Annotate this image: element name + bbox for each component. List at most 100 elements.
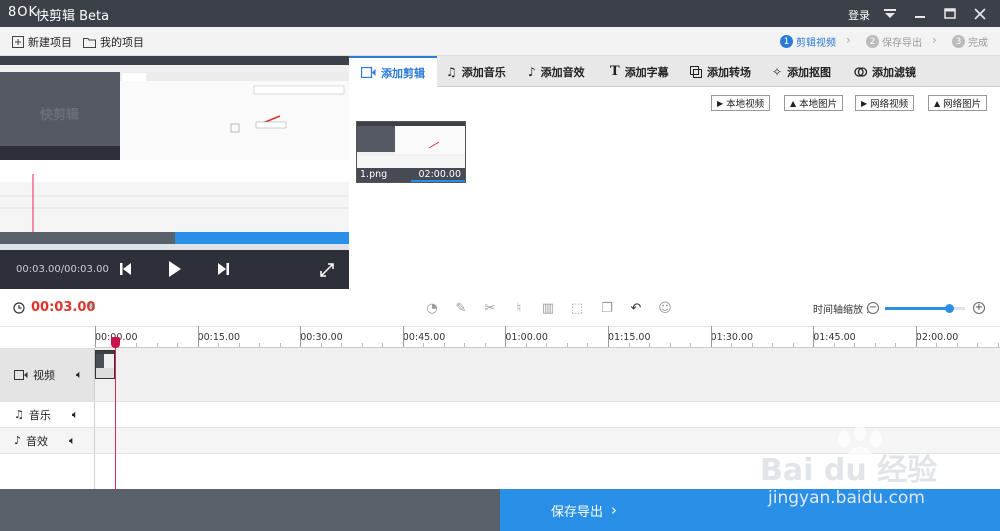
speed-icon[interactable]: ◔: [424, 300, 440, 316]
preview-controls: 00:03.00/00:03.00: [0, 250, 349, 289]
preview-time: 00:03.00/00:03.00: [16, 264, 109, 275]
previous-frame-icon[interactable]: [120, 262, 132, 279]
ruler-tick-label: 00:15.00: [197, 332, 241, 343]
sticker-icon[interactable]: ☺: [657, 300, 673, 316]
ruler-tick: [587, 343, 589, 347]
step-number: 1: [780, 35, 793, 48]
ruler-tick: [525, 343, 527, 347]
preview-frame-image: 快剪辑: [0, 56, 349, 250]
media-clip[interactable]: 1.png 02:00.00: [356, 121, 466, 183]
clock-icon: [13, 302, 25, 314]
fullscreen-icon[interactable]: [320, 263, 334, 280]
web-image-button[interactable]: ▲ 网络图片: [928, 95, 988, 111]
tab-add-cutout[interactable]: ✧ 添加抠图: [772, 56, 831, 87]
folder-icon: [83, 37, 96, 48]
zoom-label: 时间轴缩放 :: [813, 305, 870, 316]
sound-effect-track-label: ♪ 音效 🔈︎: [0, 428, 95, 453]
tab-label: 添加剪辑: [381, 66, 425, 80]
tab-add-filter[interactable]: 添加滤镜: [854, 56, 916, 87]
bell-icon[interactable]: ♮: [511, 300, 527, 316]
local-video-button[interactable]: ▶ 本地视频: [711, 95, 771, 111]
zoom-slider-fill: [885, 307, 949, 310]
save-export-button[interactable]: 保存导出 ›: [500, 489, 1000, 531]
timeline-clip-thumbnail: [96, 351, 114, 378]
image-icon: ▲: [790, 98, 797, 108]
ruler-tick-label: 01:30.00: [710, 332, 754, 343]
local-image-button[interactable]: ▲ 本地图片: [784, 95, 844, 111]
tab-add-sound-effect[interactable]: ♪ 添加音效: [528, 56, 585, 87]
cutout-icon: ✧: [772, 64, 783, 79]
ruler-tick: [546, 343, 548, 347]
playhead-handle[interactable]: [111, 337, 120, 348]
next-frame-icon[interactable]: [217, 262, 229, 279]
transition-icon: [690, 65, 702, 78]
undo-icon[interactable]: ↶: [628, 300, 644, 316]
tab-add-transition[interactable]: 添加转场: [690, 56, 751, 87]
my-projects-button[interactable]: 我的项目: [83, 34, 144, 50]
maximize-icon[interactable]: [935, 0, 965, 27]
app-title: 快剪辑 Beta: [36, 9, 110, 24]
step-label: 完成: [968, 38, 988, 49]
timeline-clip[interactable]: [95, 350, 115, 379]
clip-progress: [411, 180, 465, 182]
menu-dropdown-icon[interactable]: [875, 0, 905, 27]
step-number: 3: [952, 35, 965, 48]
speaker-icon[interactable]: 🔈︎: [69, 434, 76, 448]
play-box-icon: ▶: [717, 98, 724, 108]
trash-icon[interactable]: ▥: [540, 300, 556, 316]
text-icon: T: [610, 64, 620, 79]
ruler-tick-label: 00:30.00: [300, 332, 343, 343]
ruler-tick: [464, 343, 466, 347]
step-label: 保存导出: [882, 38, 922, 49]
new-project-button[interactable]: 新建项目: [12, 34, 72, 50]
tab-add-clip[interactable]: 添加剪辑: [349, 56, 437, 87]
tab-add-subtitle[interactable]: T 添加字幕: [610, 56, 669, 87]
step-label: 剪辑视频: [796, 38, 836, 49]
tab-add-music[interactable]: ♫ 添加音乐: [446, 56, 506, 87]
svg-text:快剪辑: 快剪辑: [40, 107, 79, 123]
ruler-tick: [402, 326, 404, 347]
login-link[interactable]: 登录: [848, 7, 870, 23]
ruler-tick: [423, 343, 425, 347]
ruler-tick: [895, 343, 897, 347]
ruler-tick: [136, 343, 138, 347]
play-icon[interactable]: [168, 260, 182, 281]
ruler-tick: [628, 343, 630, 347]
crop-icon[interactable]: ⬚: [569, 300, 585, 316]
copy-icon[interactable]: ❐: [599, 300, 615, 316]
ruler-tick: [505, 326, 507, 347]
close-icon[interactable]: [965, 0, 995, 27]
timeline-ruler[interactable]: 00:00.0000:15.0000:30.0000:45.0001:00.00…: [95, 326, 1000, 348]
speaker-icon[interactable]: 🔈︎: [72, 408, 79, 422]
ruler-tick: [792, 343, 794, 347]
ruler-tick: [566, 343, 568, 347]
ruler-tick-label: 00:45.00: [402, 332, 446, 343]
ruler-tick: [731, 343, 733, 347]
empty-track-area: [0, 454, 95, 489]
ruler-tick: [772, 343, 774, 347]
ruler-tick: [649, 343, 651, 347]
ruler-tick: [300, 326, 302, 347]
pencil-icon[interactable]: ✎: [453, 300, 469, 316]
zoom-slider[interactable]: [885, 304, 965, 313]
ruler-tick: [197, 326, 199, 347]
ruler-tick: [95, 326, 96, 347]
scissors-icon[interactable]: ✂: [482, 300, 498, 316]
playhead[interactable]: [115, 337, 116, 489]
ruler-tick: [977, 343, 979, 347]
minimize-icon[interactable]: [905, 0, 935, 27]
zoom-in-icon[interactable]: +: [973, 302, 985, 314]
step-done: 3 完成: [952, 34, 988, 49]
ruler-tick: [320, 343, 322, 347]
speaker-icon[interactable]: 🔈︎: [76, 368, 83, 382]
edit-time-icon[interactable]: ✎: [87, 300, 96, 313]
ruler-tick: [854, 343, 856, 347]
chevron-right-icon: ›: [932, 33, 937, 47]
tab-label: 添加滤镜: [872, 65, 916, 79]
zoom-slider-handle[interactable]: [944, 304, 954, 313]
video-track: 视频 🔈︎: [0, 348, 1000, 402]
web-video-button[interactable]: ▶ 网络视频: [855, 95, 915, 111]
ruler-tick: [484, 343, 486, 347]
tab-label: 添加抠图: [787, 65, 832, 79]
zoom-out-icon[interactable]: −: [867, 302, 879, 314]
